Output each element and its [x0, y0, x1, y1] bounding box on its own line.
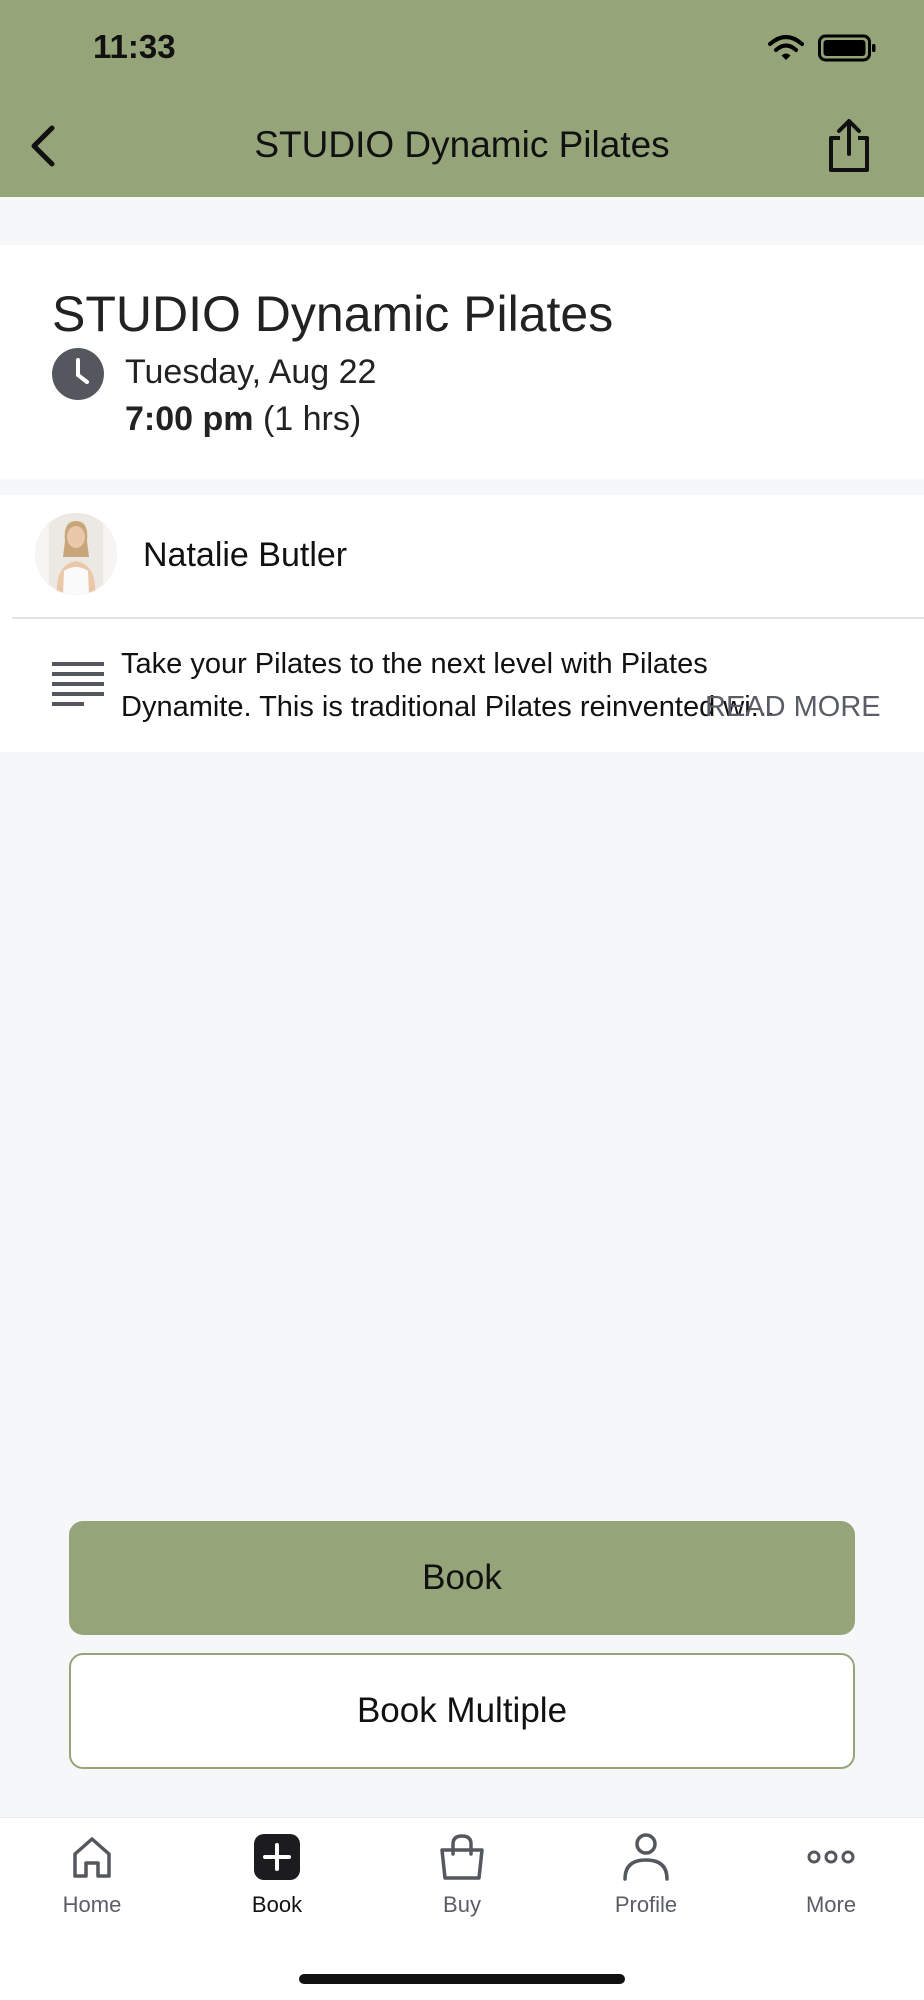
header-bar: 11:33 STUDIO Dynamic Pilates — [0, 0, 924, 197]
clock-icon — [52, 348, 104, 400]
share-icon — [829, 119, 869, 172]
tab-book[interactable]: Book — [202, 1832, 352, 1942]
shopping-bag-icon — [440, 1834, 484, 1880]
tab-profile[interactable]: Profile — [571, 1832, 721, 1942]
read-more-link[interactable]: READ MORE — [705, 686, 881, 729]
tab-label-book: Book — [251, 1892, 303, 1917]
class-info-card: STUDIO Dynamic Pilates Tuesday, Aug 22 7… — [0, 245, 924, 479]
class-date: Tuesday, Aug 22 — [125, 353, 377, 391]
wifi-icon — [768, 35, 804, 60]
plus-square-icon — [254, 1834, 300, 1880]
share-button[interactable] — [824, 118, 874, 174]
description-icon — [52, 662, 104, 706]
battery-icon — [818, 34, 876, 62]
class-time: 7:00 pm (1 hrs) — [125, 400, 361, 439]
status-icons — [768, 34, 876, 62]
divider — [12, 617, 924, 619]
book-button[interactable]: Book — [69, 1521, 855, 1635]
tab-home[interactable]: Home — [17, 1832, 167, 1942]
tab-more[interactable]: More — [756, 1832, 906, 1942]
class-start-time: 7:00 pm — [125, 400, 254, 438]
page-title: STUDIO Dynamic Pilates — [254, 124, 670, 165]
class-duration: (1 hrs) — [262, 400, 362, 438]
home-icon — [73, 1837, 111, 1878]
description-line-1: Take your Pilates to the next level with… — [121, 648, 708, 680]
tab-label-profile: Profile — [614, 1892, 678, 1917]
class-title: STUDIO Dynamic Pilates — [52, 286, 614, 342]
tab-bar: Home Book Buy Profile More — [0, 1817, 924, 2000]
home-indicator — [299, 1974, 625, 1984]
class-details-card: Natalie Butler Take your Pilates to the … — [0, 495, 924, 752]
tab-buy[interactable]: Buy — [387, 1832, 537, 1942]
tab-label-buy: Buy — [443, 1892, 481, 1917]
person-icon — [623, 1833, 669, 1881]
instructor-photo — [35, 513, 117, 595]
instructor-name[interactable]: Natalie Butler — [143, 536, 347, 575]
more-dots-icon — [807, 1850, 855, 1864]
tab-label-home: Home — [62, 1892, 122, 1917]
avatar[interactable] — [35, 513, 117, 595]
tab-label-more: More — [805, 1892, 857, 1917]
book-multiple-button[interactable]: Book Multiple — [69, 1653, 855, 1769]
status-time: 11:33 — [93, 28, 176, 65]
